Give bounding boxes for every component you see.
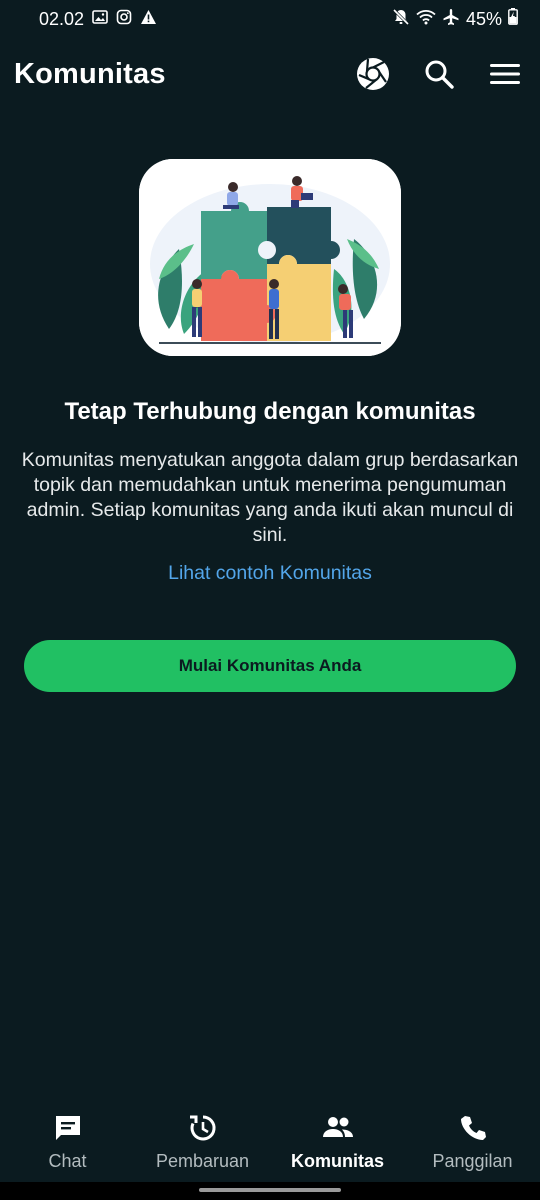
menu-icon[interactable] bbox=[488, 57, 522, 91]
airplane-icon bbox=[442, 8, 460, 31]
page-title: Komunitas bbox=[14, 57, 166, 90]
warning-icon bbox=[140, 9, 157, 30]
battery-level: 45% bbox=[465, 8, 502, 29]
see-example-communities-link[interactable]: Lihat contoh Komunitas bbox=[0, 562, 540, 585]
phone-icon bbox=[458, 1112, 488, 1144]
status-bar: 02.02 45% bbox=[0, 0, 540, 38]
communities-icon bbox=[321, 1112, 355, 1144]
instagram-icon bbox=[116, 9, 132, 30]
nav-item-updates[interactable]: Pembaruan bbox=[135, 1104, 270, 1182]
nav-item-chat[interactable]: Chat bbox=[0, 1104, 135, 1182]
camera-shutter-icon[interactable] bbox=[356, 57, 390, 91]
nav-label-chat: Chat bbox=[48, 1151, 87, 1171]
search-icon[interactable] bbox=[422, 57, 456, 91]
app-bar: Komunitas bbox=[0, 45, 540, 103]
bottom-navigation: Chat Pembaruan Komunitas Panggilan bbox=[0, 1104, 540, 1182]
status-left: 02.02 bbox=[39, 9, 157, 30]
wifi-icon bbox=[416, 9, 436, 30]
chat-icon bbox=[53, 1112, 83, 1144]
status-time: 02.02 bbox=[39, 8, 85, 29]
updates-icon bbox=[188, 1112, 218, 1144]
nav-label-communities: Komunitas bbox=[290, 1151, 384, 1171]
start-community-button[interactable]: Mulai Komunitas Anda bbox=[24, 640, 516, 692]
nav-label-updates: Pembaruan bbox=[155, 1151, 250, 1171]
status-right: 45% bbox=[392, 8, 518, 31]
nav-label-calls: Panggilan bbox=[432, 1151, 513, 1171]
communities-illustration bbox=[139, 159, 401, 356]
mute-icon bbox=[392, 8, 410, 31]
empty-state-description: Komunitas menyatukan anggota dalam grup … bbox=[21, 449, 519, 546]
gesture-handle[interactable] bbox=[199, 1188, 341, 1192]
nav-item-communities[interactable]: Komunitas bbox=[270, 1104, 405, 1182]
nav-item-calls[interactable]: Panggilan bbox=[405, 1104, 540, 1182]
empty-state-heading: Tetap Terhubung dengan komunitas bbox=[64, 398, 476, 425]
app-bar-actions bbox=[356, 57, 522, 91]
gallery-icon bbox=[92, 9, 108, 30]
battery-charging-icon bbox=[508, 8, 518, 30]
